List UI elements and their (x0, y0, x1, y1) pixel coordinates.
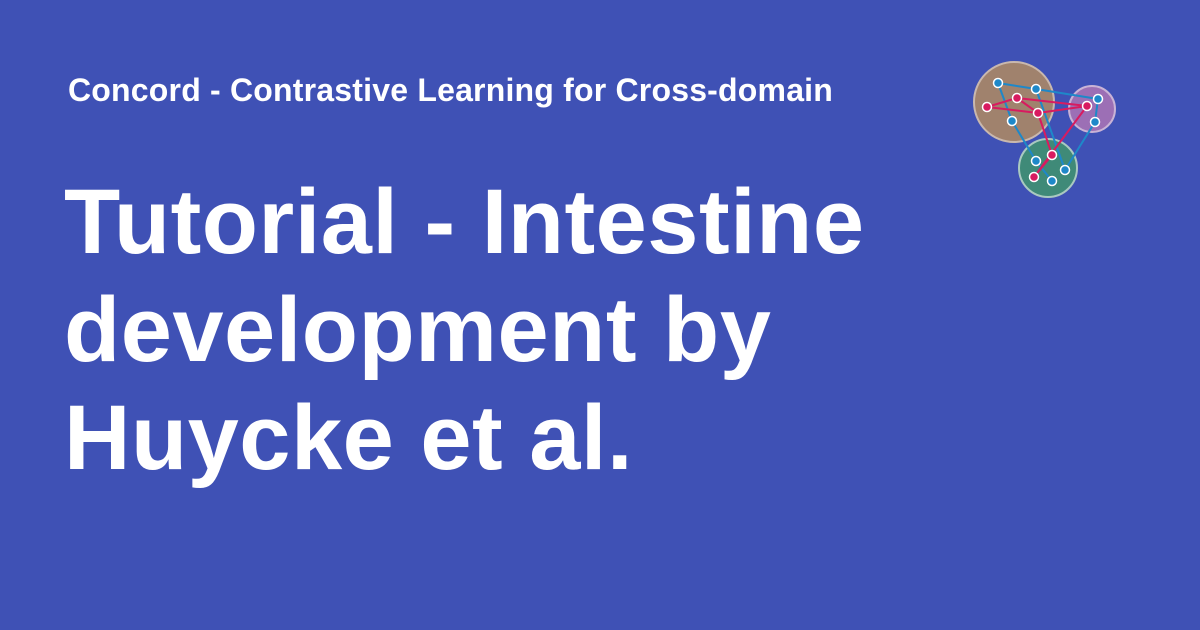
concord-logo-icon (973, 61, 1116, 198)
page-title: Tutorial - Intestine development by Huyc… (64, 168, 924, 492)
page-title-line-3: Huycke et al. (64, 387, 634, 489)
page-title-line-2: development by (64, 279, 772, 381)
site-name: Concord - Contrastive Learning for Cross… (68, 72, 834, 108)
page-title-line-1: Tutorial - Intestine (64, 171, 865, 273)
